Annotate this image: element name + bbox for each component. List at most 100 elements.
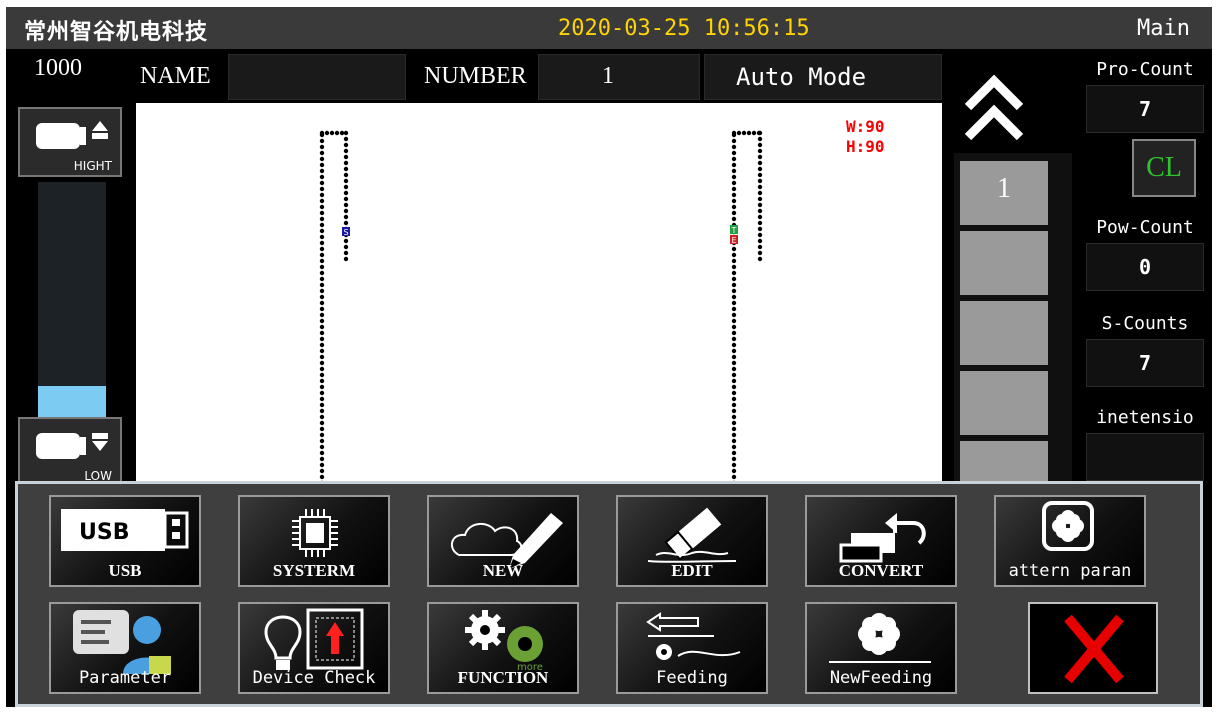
step-item[interactable] bbox=[960, 371, 1048, 435]
stitch-point bbox=[319, 192, 325, 198]
stitch-point bbox=[319, 306, 325, 312]
stitch-point bbox=[731, 342, 737, 348]
stitch-point bbox=[757, 256, 763, 262]
feeding-button[interactable]: Feeding bbox=[616, 602, 768, 694]
stitch-point bbox=[751, 130, 757, 136]
clear-count-button[interactable]: CL bbox=[1132, 139, 1196, 197]
stitch-point bbox=[731, 150, 737, 156]
stitch-point bbox=[319, 270, 325, 276]
stitch-point bbox=[319, 312, 325, 318]
convert-label: CONVERT bbox=[838, 561, 924, 580]
speed-value: 1000 bbox=[34, 55, 82, 81]
stitch-point bbox=[343, 190, 349, 196]
stitch-point bbox=[757, 136, 763, 142]
double-chevron-up-icon[interactable] bbox=[962, 69, 1026, 149]
stitch-point bbox=[343, 202, 349, 208]
stitch-point bbox=[741, 130, 747, 136]
stitch-point bbox=[757, 154, 763, 160]
stitch-point bbox=[319, 150, 325, 156]
new-feeding-label: NewFeeding bbox=[829, 668, 933, 688]
feeding-label: Feeding bbox=[656, 668, 728, 688]
stitch-point bbox=[319, 210, 325, 216]
stitch-point bbox=[731, 450, 737, 456]
stitch-point bbox=[731, 156, 737, 162]
stitch-point bbox=[731, 210, 737, 216]
close-button[interactable] bbox=[1028, 602, 1158, 694]
new-feeding-button[interactable]: NewFeeding bbox=[805, 602, 957, 694]
stitch-point bbox=[757, 250, 763, 256]
stitch-point bbox=[343, 256, 349, 262]
new-button[interactable]: NEW bbox=[427, 495, 579, 587]
stitch-point bbox=[731, 462, 737, 468]
s-counts-value: 7 bbox=[1086, 339, 1204, 387]
stitch-point bbox=[757, 208, 763, 214]
usb-button[interactable]: USB USB bbox=[49, 495, 201, 587]
stitch-point bbox=[319, 228, 325, 234]
stitch-point bbox=[319, 330, 325, 336]
stitch-point bbox=[343, 238, 349, 244]
stitch-point bbox=[319, 372, 325, 378]
step-item[interactable] bbox=[960, 231, 1048, 295]
stitch-point bbox=[319, 282, 325, 288]
stitch-point bbox=[319, 426, 325, 432]
stitch-point bbox=[319, 288, 325, 294]
stitch-point bbox=[731, 288, 737, 294]
stitch-point bbox=[319, 198, 325, 204]
stitch-point bbox=[319, 396, 325, 402]
stitch-point bbox=[319, 300, 325, 306]
stitch-marker-label: S bbox=[344, 228, 349, 237]
stitch-point bbox=[319, 318, 325, 324]
pattern-param-label: attern paran bbox=[1008, 561, 1132, 581]
screen-name: Main bbox=[1137, 16, 1190, 41]
number-field[interactable] bbox=[538, 54, 700, 100]
stitch-point bbox=[731, 396, 737, 402]
speed-low-button[interactable]: LOW bbox=[18, 417, 122, 487]
function-menu-panel: USB USB SYSTERM NEW EDIT CONVERT attern … bbox=[15, 481, 1203, 707]
stitch-point bbox=[319, 138, 325, 144]
number-label: NUMBER bbox=[424, 63, 527, 89]
systerm-button[interactable]: SYSTERM bbox=[238, 495, 390, 587]
stitch-point bbox=[319, 420, 325, 426]
function-label: FUNCTION bbox=[457, 668, 549, 687]
stitch-point bbox=[731, 378, 737, 384]
stitch-point bbox=[319, 378, 325, 384]
stitch-point bbox=[319, 348, 325, 354]
step-item[interactable]: 1 bbox=[960, 161, 1048, 225]
parameter-button[interactable]: Parameter bbox=[49, 602, 201, 694]
stitch-point bbox=[757, 220, 763, 226]
stitch-point bbox=[319, 156, 325, 162]
stitch-point bbox=[343, 172, 349, 178]
function-button[interactable]: more FUNCTION bbox=[427, 602, 579, 694]
stitch-point bbox=[343, 130, 349, 136]
stitch-point bbox=[731, 270, 737, 276]
stitch-point bbox=[731, 162, 737, 168]
stitch-point bbox=[731, 438, 737, 444]
stitch-point bbox=[319, 252, 325, 258]
stitch-point bbox=[319, 130, 325, 136]
stitch-point bbox=[757, 148, 763, 154]
stitch-point bbox=[343, 250, 349, 256]
stitch-point bbox=[343, 136, 349, 142]
stitch-point bbox=[731, 300, 737, 306]
main-screen: 常州智谷机电科技 2020-03-25 10:56:15 Main 1000 N… bbox=[6, 7, 1212, 707]
stitch-marker-label: T bbox=[731, 226, 737, 235]
pattern-canvas[interactable]: S TE W:90 H:90 bbox=[136, 103, 942, 483]
device-check-button[interactable]: Device Check bbox=[238, 602, 390, 694]
step-item[interactable] bbox=[960, 301, 1048, 365]
stitch-point bbox=[731, 360, 737, 366]
edit-button[interactable]: EDIT bbox=[616, 495, 768, 587]
name-field[interactable] bbox=[228, 54, 406, 100]
inetension-value bbox=[1086, 433, 1204, 481]
convert-button[interactable]: CONVERT bbox=[805, 495, 957, 587]
stitch-point bbox=[343, 160, 349, 166]
stitch-point bbox=[731, 180, 737, 186]
stitch-point bbox=[731, 444, 737, 450]
stitch-point bbox=[731, 330, 737, 336]
stitch-point bbox=[319, 168, 325, 174]
speed-high-button[interactable]: HIGHT bbox=[18, 107, 122, 177]
stitch-point bbox=[731, 354, 737, 360]
stitch-point bbox=[757, 190, 763, 196]
stitch-point bbox=[731, 324, 737, 330]
pattern-param-button[interactable]: attern paran bbox=[994, 495, 1146, 587]
stitch-point bbox=[319, 450, 325, 456]
